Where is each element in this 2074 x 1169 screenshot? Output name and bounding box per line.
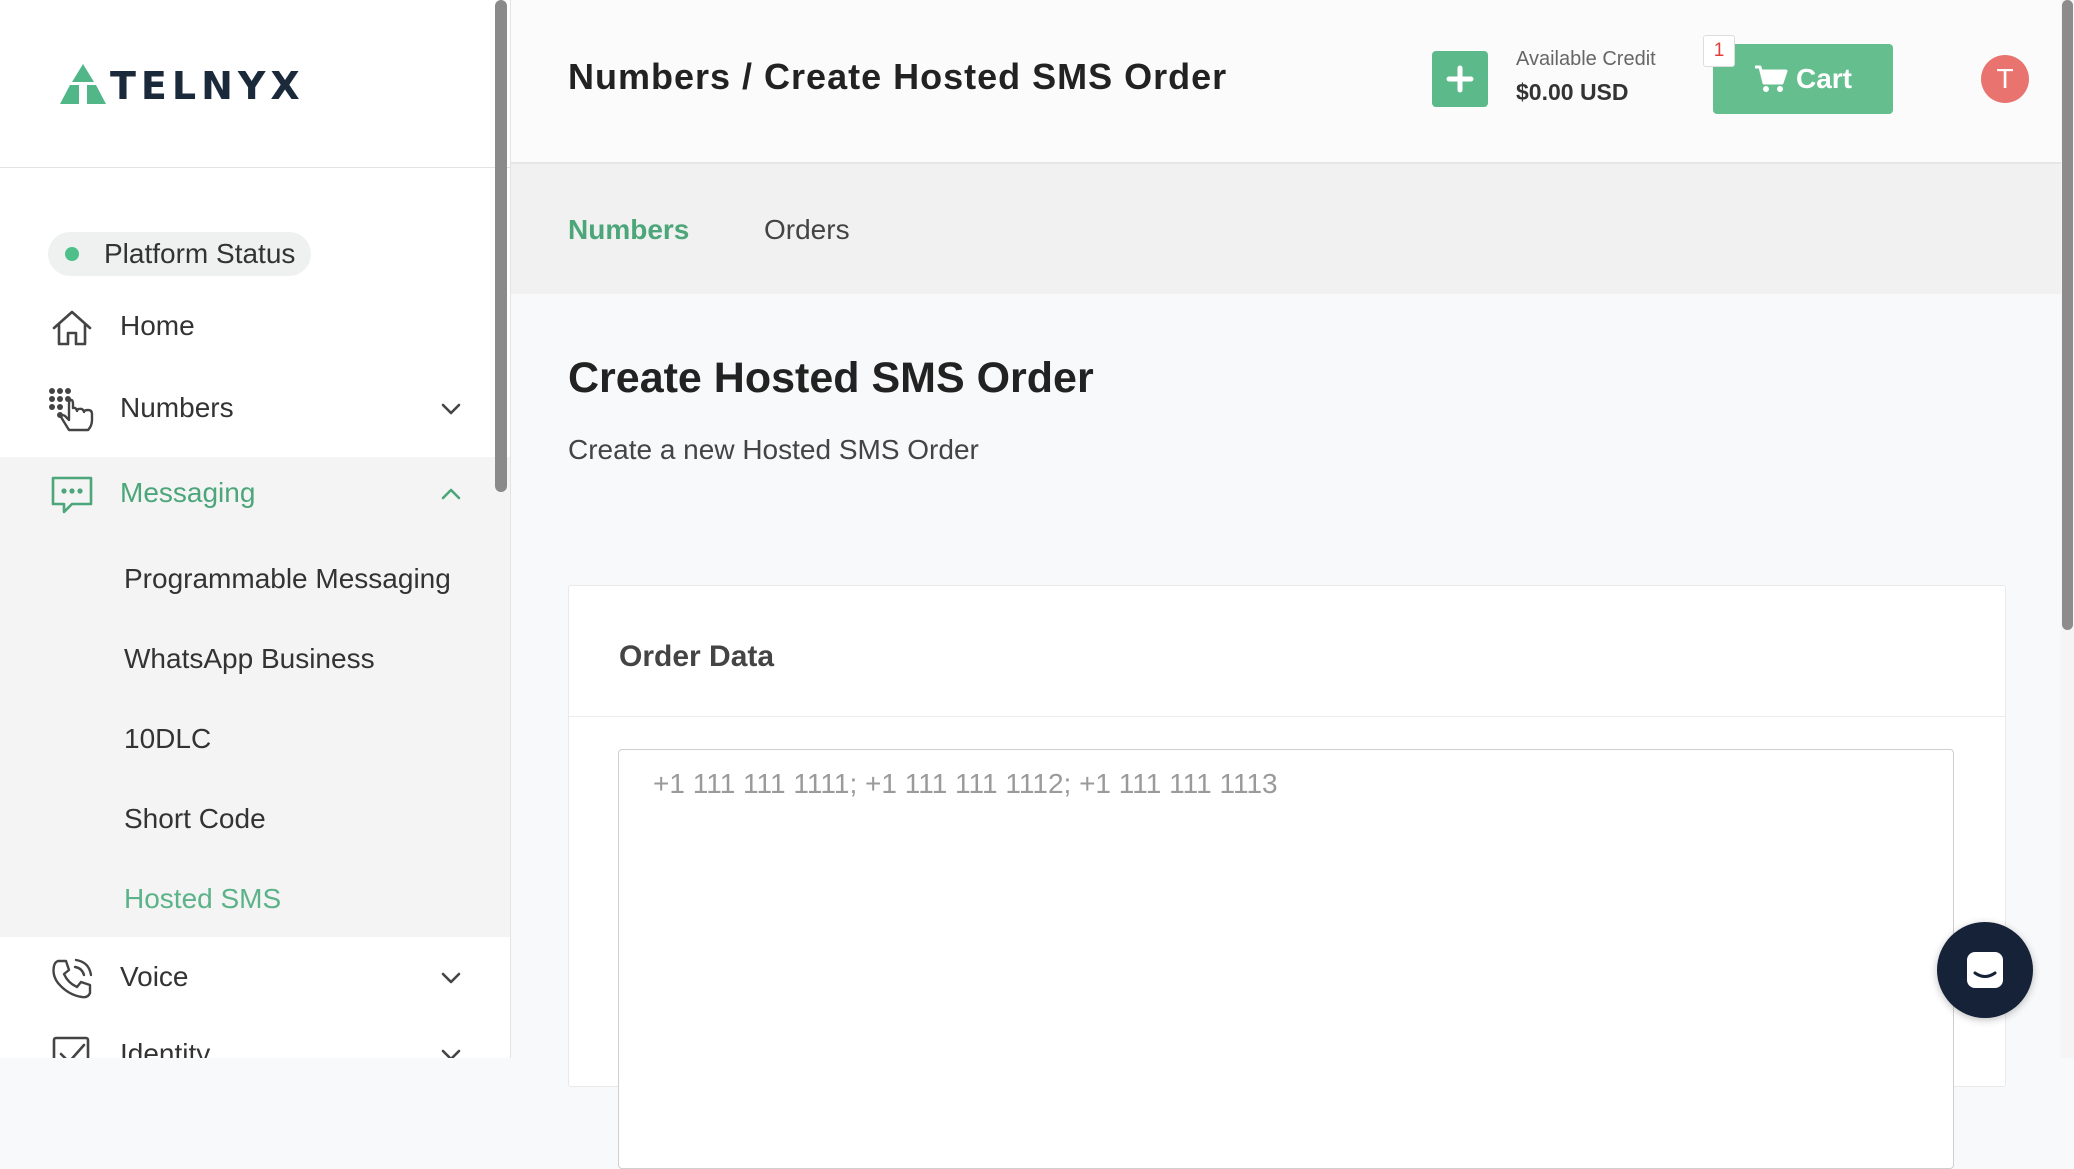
- cart-label: Cart: [1795, 63, 1852, 94]
- tab-orders[interactable]: Orders: [764, 214, 850, 246]
- checkbox-icon: [52, 1036, 90, 1058]
- add-credit-button[interactable]: [1432, 51, 1488, 107]
- support-chat-button[interactable]: [1937, 922, 2033, 1018]
- sidebar: TELNYX Platform Status Home Numbers Mess…: [0, 0, 511, 1058]
- sidebar-item-label: Voice: [120, 961, 189, 992]
- sidebar-item-label: Numbers: [120, 392, 234, 423]
- logo-area: TELNYX: [0, 0, 510, 168]
- sidebar-item-label: Home: [120, 310, 195, 341]
- status-dot-icon: [65, 247, 79, 261]
- sidebar-subitem-whatsapp-business[interactable]: WhatsApp Business: [124, 643, 375, 675]
- sidebar-subitem-short-code[interactable]: Short Code: [124, 803, 266, 835]
- available-credit-value: $0.00 USD: [1516, 79, 1629, 105]
- logo-text: TELNYX: [110, 64, 305, 108]
- top-header: Numbers / Create Hosted SMS Order Availa…: [511, 0, 2074, 164]
- cart-icon: [1754, 65, 1788, 92]
- home-icon: [52, 310, 92, 346]
- platform-status-link[interactable]: Platform Status: [48, 232, 312, 276]
- chat-icon: [1967, 952, 2003, 988]
- card-header: Order Data: [569, 586, 2005, 717]
- messaging-submenu: Messaging Programmable Messaging WhatsAp…: [0, 457, 510, 937]
- tab-numbers[interactable]: Numbers: [568, 214, 689, 246]
- order-data-card: Order Data: [568, 585, 2006, 1169]
- chevron-down-icon: [441, 403, 461, 415]
- sidebar-item-voice[interactable]: Voice: [0, 937, 510, 1017]
- sidebar-item-label: Identity: [120, 1038, 211, 1058]
- sidebar-subitem-hosted-sms[interactable]: Hosted SMS: [124, 883, 281, 915]
- tabs-bar: Numbers Orders: [511, 164, 2061, 294]
- chevron-up-icon: [441, 488, 461, 500]
- sidebar-item-label: Messaging: [120, 477, 256, 508]
- page-scrollbar[interactable]: [2062, 0, 2073, 630]
- page-subtitle: Create a new Hosted SMS Order: [568, 434, 979, 465]
- sidebar-item-home[interactable]: Home: [0, 286, 510, 366]
- available-credit-label: Available Credit: [1516, 48, 1656, 70]
- sidebar-subitem-10dlc[interactable]: 10DLC: [124, 723, 211, 755]
- telnyx-logo[interactable]: TELNYX: [58, 60, 305, 108]
- sidebar-subitem-programmable-messaging[interactable]: Programmable Messaging: [124, 563, 451, 595]
- cart-button[interactable]: Cart: [1713, 44, 1893, 114]
- card-title: Order Data: [619, 640, 775, 673]
- plus-icon: [1446, 65, 1474, 93]
- sidebar-item-messaging[interactable]: Messaging: [0, 453, 510, 533]
- sidebar-item-numbers[interactable]: Numbers: [0, 368, 510, 448]
- order-data-textarea[interactable]: [618, 749, 1954, 1169]
- telnyx-logo-icon: [60, 64, 106, 104]
- chevron-down-icon: [441, 972, 461, 984]
- page-title: Create Hosted SMS Order: [568, 354, 1094, 402]
- chat-bubble-icon: [51, 476, 93, 514]
- chevron-down-icon: [441, 1049, 461, 1058]
- breadcrumb: Numbers / Create Hosted SMS Order: [568, 56, 1228, 97]
- phone-icon: [52, 958, 93, 999]
- dialpad-hand-icon: [49, 388, 94, 432]
- sidebar-scrollbar[interactable]: [495, 0, 507, 492]
- cart-count-badge: 1: [1703, 35, 1735, 67]
- sidebar-item-identity[interactable]: Identity: [0, 1014, 510, 1058]
- avatar[interactable]: T: [1981, 55, 2029, 103]
- platform-status-label: Platform Status: [104, 238, 296, 269]
